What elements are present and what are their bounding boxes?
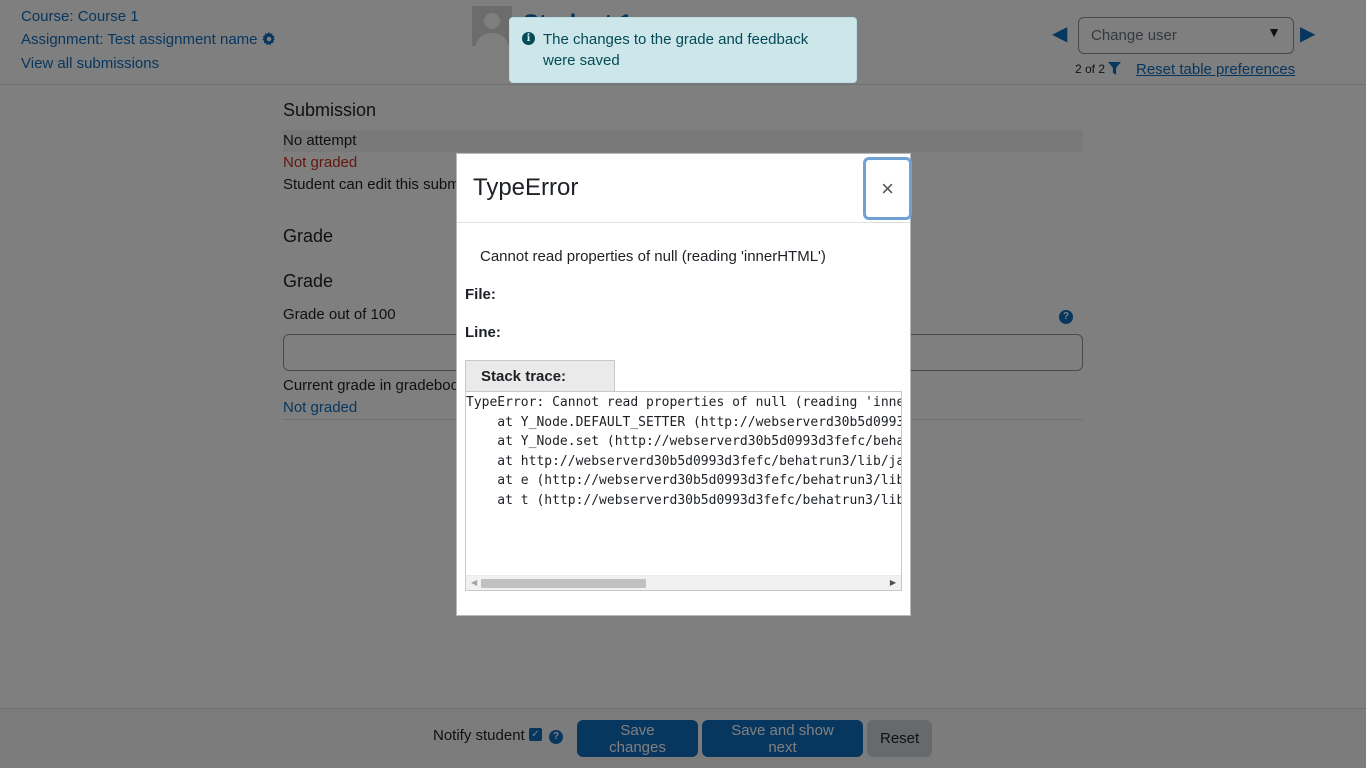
dialog-header: TypeError × (457, 154, 912, 223)
stack-trace-box[interactable]: TypeError: Cannot read properties of nul… (465, 391, 902, 591)
stack-trace-tab[interactable]: Stack trace: (465, 360, 615, 392)
close-icon[interactable]: × (863, 157, 912, 220)
scrollbar-thumb[interactable] (481, 579, 646, 588)
error-dialog: TypeError × Cannot read properties of nu… (456, 153, 912, 616)
error-message: Cannot read properties of null (reading … (480, 248, 826, 265)
line-label: Line: (465, 324, 501, 341)
dialog-title: TypeError (473, 174, 579, 201)
file-label: File: (465, 286, 496, 303)
toast-message: The changes to the grade and feedback we… (543, 31, 809, 69)
notification-toast: i The changes to the grade and feedback … (509, 17, 857, 83)
horizontal-scrollbar[interactable]: ◀ ▶ (466, 575, 901, 590)
info-icon: i (522, 32, 535, 45)
stack-trace-text: TypeError: Cannot read properties of nul… (466, 395, 902, 508)
scroll-right-icon[interactable]: ▶ (890, 578, 896, 587)
scroll-left-icon[interactable]: ◀ (471, 578, 477, 587)
